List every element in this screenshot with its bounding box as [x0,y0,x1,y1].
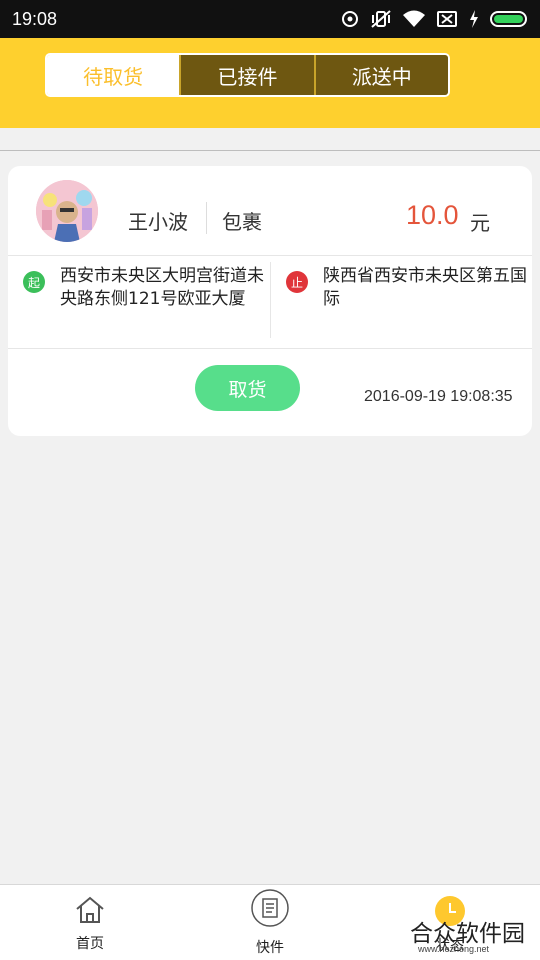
pickup-button[interactable]: 取货 [195,365,300,411]
order-timestamp: 2016-09-19 19:08:35 [364,388,513,405]
card-divider [8,348,532,349]
charging-icon [470,10,478,28]
nav-home[interactable]: 首页 [30,885,150,960]
battery-icon [490,11,527,27]
header: 待取货 已接件 派送中 [0,38,540,128]
status-tabs: 待取货 已接件 派送中 [45,53,450,97]
status-icons [340,9,530,29]
to-address: 陕西省西安市未央区第五国际 [323,266,527,309]
sync-icon [342,11,358,27]
item-type: 包裹 [222,210,262,234]
address-divider [270,262,271,338]
avatar [36,180,98,242]
price-value: 10.0 [406,200,459,230]
vibrate-off-icon [371,10,391,28]
home-icon [76,896,104,923]
tab-delivering[interactable]: 派送中 [313,55,448,95]
price-unit: 元 [470,211,490,235]
tab-pending-pickup[interactable]: 待取货 [47,55,180,95]
nav-express-label: 快件 [256,940,284,956]
name-divider [206,202,207,234]
wifi-icon [403,10,425,27]
watermark-text: 合众软件园 [410,921,525,947]
express-icon [251,889,289,927]
from-address: 西安市未央区大明宫街道未央路东侧121号欧亚大厦 [60,266,264,309]
tab-picked-up[interactable]: 已接件 [179,55,314,95]
nav-home-label: 首页 [76,936,104,952]
nav-express[interactable]: 快件 [210,885,330,960]
end-badge: 止 [286,271,308,293]
status-bar: 19:08 [0,0,540,38]
divider [0,150,540,151]
status-time: 19:08 [12,8,58,29]
sim-off-icon [437,11,457,27]
start-badge: 起 [23,271,45,293]
sender-name: 王小波 [128,210,188,234]
card-divider [8,255,532,256]
watermark-url: www.hezhong.net [418,944,490,954]
order-card[interactable]: 王小波 包裹 10.0 元 起 西安市未央区大明宫街道未央路东侧121号欧亚大厦… [8,166,532,436]
